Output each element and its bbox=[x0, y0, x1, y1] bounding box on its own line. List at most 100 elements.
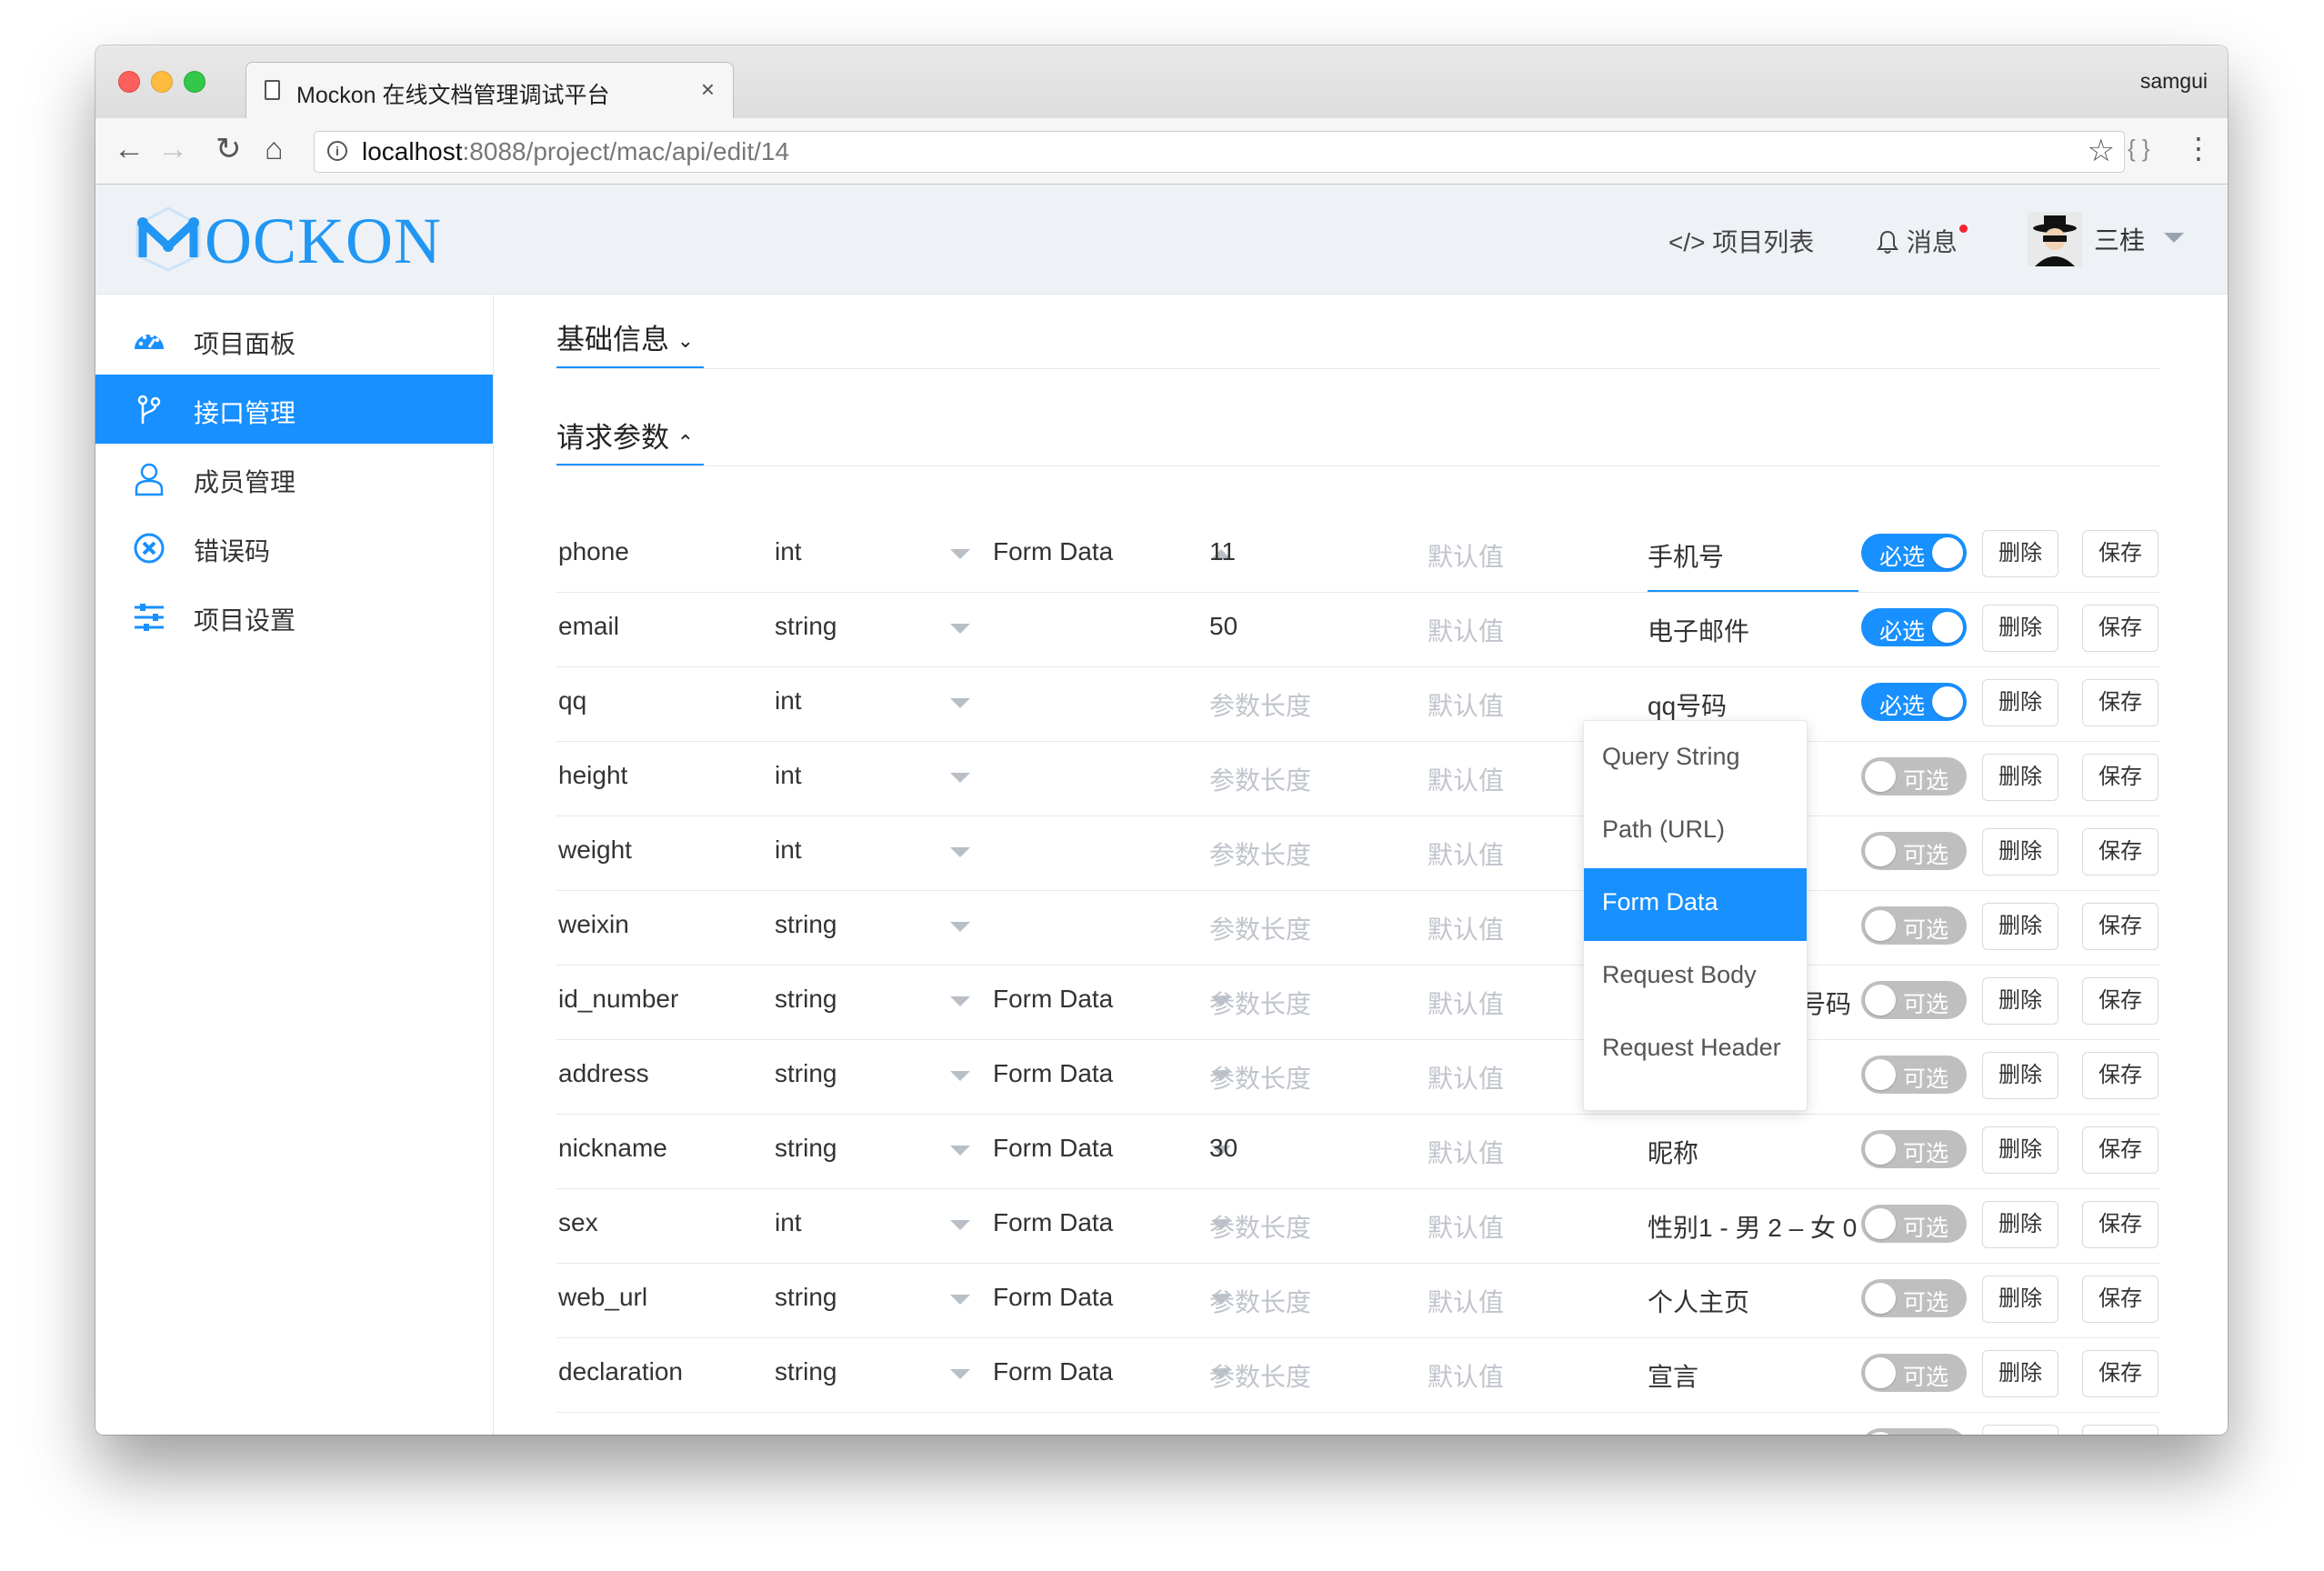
param-type-select[interactable]: string bbox=[775, 1357, 836, 1386]
param-length-field[interactable]: 11 bbox=[1209, 537, 1236, 566]
required-toggle[interactable]: 可选 bbox=[1861, 981, 1967, 1019]
url-text[interactable]: localhost:8088/project/mac/api/edit/14 bbox=[362, 137, 789, 166]
param-name-field[interactable]: address bbox=[558, 1059, 649, 1088]
param-name-field[interactable]: web_url bbox=[558, 1283, 647, 1312]
dropdown-option[interactable]: Query String bbox=[1584, 723, 1807, 796]
address-bar[interactable]: i localhost:8088/project/mac/api/edit/14… bbox=[314, 131, 2125, 173]
caret-down-icon[interactable] bbox=[950, 1369, 970, 1379]
param-description-field[interactable]: 微博或论坛id bbox=[1648, 1432, 1795, 1435]
param-default-field[interactable]: 默认值 bbox=[1427, 612, 1504, 648]
home-icon[interactable]: ⌂ bbox=[265, 129, 284, 169]
save-button[interactable]: 保存 bbox=[2082, 828, 2159, 876]
required-toggle[interactable]: 可选 bbox=[1861, 1056, 1967, 1094]
required-toggle[interactable]: 可选 bbox=[1861, 1428, 1967, 1435]
back-icon[interactable]: ← bbox=[114, 129, 145, 169]
sidebar-item-error-codes[interactable]: 错误码 bbox=[95, 513, 493, 582]
param-name-field[interactable]: weight bbox=[558, 836, 632, 865]
save-button[interactable]: 保存 bbox=[2082, 1126, 2159, 1174]
param-default-field[interactable]: 默认值 bbox=[1427, 1357, 1504, 1394]
save-button[interactable]: 保存 bbox=[2082, 1201, 2159, 1248]
param-type-select[interactable]: string bbox=[775, 1134, 836, 1163]
param-default-field[interactable]: 默认值 bbox=[1427, 1283, 1504, 1319]
user-name[interactable]: 三桂 bbox=[2094, 221, 2145, 257]
messages-link[interactable]: 消息 bbox=[1876, 223, 1968, 259]
param-name-field[interactable]: height bbox=[558, 761, 627, 790]
caret-down-icon[interactable] bbox=[950, 1146, 970, 1156]
required-toggle[interactable]: 可选 bbox=[1861, 906, 1967, 945]
save-button[interactable]: 保存 bbox=[2082, 1350, 2159, 1397]
param-default-field[interactable]: 默认值 bbox=[1427, 1432, 1504, 1435]
required-toggle[interactable]: 可选 bbox=[1861, 1205, 1967, 1243]
delete-button[interactable]: 删除 bbox=[1982, 903, 2059, 950]
save-button[interactable]: 保存 bbox=[2082, 1425, 2159, 1435]
extension-icon[interactable]: { } bbox=[2128, 135, 2150, 163]
param-location-select[interactable]: Form Data bbox=[993, 1357, 1113, 1386]
delete-button[interactable]: 删除 bbox=[1982, 1276, 2059, 1323]
param-type-select[interactable]: string bbox=[775, 1059, 836, 1088]
param-length-field[interactable]: 参数长度 bbox=[1209, 761, 1311, 797]
delete-button[interactable]: 删除 bbox=[1982, 1350, 2059, 1397]
save-button[interactable]: 保存 bbox=[2082, 605, 2159, 652]
close-window-button[interactable] bbox=[118, 71, 140, 93]
param-type-select[interactable]: int bbox=[775, 686, 802, 715]
param-type-select[interactable]: int bbox=[775, 761, 802, 790]
param-length-field[interactable]: 参数长度 bbox=[1209, 985, 1311, 1021]
param-description-field[interactable]: 个人主页 bbox=[1648, 1283, 1749, 1319]
caret-down-icon[interactable] bbox=[950, 624, 970, 634]
browser-tab[interactable]: Mockon 在线文档管理调试平台 × bbox=[245, 62, 734, 119]
delete-button[interactable]: 删除 bbox=[1982, 605, 2059, 652]
caret-down-icon[interactable] bbox=[950, 1071, 970, 1081]
param-name-field[interactable]: id_number bbox=[558, 985, 678, 1014]
param-length-field[interactable]: 参数长度 bbox=[1209, 686, 1311, 723]
delete-button[interactable]: 删除 bbox=[1982, 679, 2059, 726]
save-button[interactable]: 保存 bbox=[2082, 530, 2159, 577]
param-length-field[interactable]: 50 bbox=[1209, 612, 1237, 641]
required-toggle[interactable]: 可选 bbox=[1861, 1354, 1967, 1392]
param-location-select[interactable]: Form Data bbox=[993, 537, 1113, 566]
required-toggle[interactable]: 必选 bbox=[1861, 534, 1967, 572]
param-type-select[interactable]: int bbox=[775, 1208, 802, 1237]
caret-down-icon[interactable] bbox=[950, 1220, 970, 1230]
param-name-field[interactable]: weixin bbox=[558, 910, 629, 939]
request-params-toggle[interactable]: 请求参数 ⌃ bbox=[556, 415, 694, 455]
required-toggle[interactable]: 必选 bbox=[1861, 608, 1967, 646]
param-length-field[interactable]: 30 bbox=[1209, 1134, 1237, 1163]
param-length-field[interactable]: 参数长度 bbox=[1209, 1432, 1311, 1435]
param-length-field[interactable]: 参数长度 bbox=[1209, 1283, 1311, 1319]
param-length-field[interactable]: 参数长度 bbox=[1209, 1059, 1311, 1096]
param-default-field[interactable]: 默认值 bbox=[1427, 1208, 1504, 1245]
param-name-field[interactable]: phone bbox=[558, 537, 629, 566]
param-name-field[interactable]: sex bbox=[558, 1208, 598, 1237]
sidebar-item-dashboard[interactable]: 项目面板 bbox=[95, 305, 493, 375]
param-length-field[interactable]: 参数长度 bbox=[1209, 1208, 1311, 1245]
param-default-field[interactable]: 默认值 bbox=[1427, 686, 1504, 723]
maximize-window-button[interactable] bbox=[184, 71, 205, 93]
param-description-field[interactable]: 电子邮件 bbox=[1648, 612, 1749, 648]
delete-button[interactable]: 删除 bbox=[1982, 530, 2059, 577]
caret-down-icon[interactable] bbox=[950, 996, 970, 1006]
browser-menu-icon[interactable]: ⋮ bbox=[2184, 131, 2213, 165]
param-description-field[interactable]: qq号码 bbox=[1648, 686, 1727, 723]
caret-down-icon[interactable] bbox=[950, 698, 970, 708]
param-name-field[interactable]: email bbox=[558, 612, 619, 641]
delete-button[interactable]: 删除 bbox=[1982, 1201, 2059, 1248]
dropdown-option[interactable]: Path (URL) bbox=[1584, 796, 1807, 868]
param-default-field[interactable]: 默认值 bbox=[1427, 985, 1504, 1021]
dropdown-option[interactable]: Request Body bbox=[1584, 941, 1807, 1014]
required-toggle[interactable]: 必选 bbox=[1861, 683, 1967, 721]
param-default-field[interactable]: 默认值 bbox=[1427, 836, 1504, 872]
forward-icon[interactable]: → bbox=[157, 129, 188, 169]
save-button[interactable]: 保存 bbox=[2082, 1052, 2159, 1099]
caret-down-icon[interactable] bbox=[950, 549, 970, 559]
caret-down-icon[interactable] bbox=[950, 1295, 970, 1305]
param-type-select[interactable]: string bbox=[775, 1283, 836, 1312]
param-length-field[interactable]: 参数长度 bbox=[1209, 910, 1311, 946]
project-list-link[interactable]: </> 项目列表 bbox=[1668, 223, 1814, 259]
save-button[interactable]: 保存 bbox=[2082, 754, 2159, 801]
param-name-field[interactable]: qq bbox=[558, 686, 586, 715]
delete-button[interactable]: 删除 bbox=[1982, 1425, 2059, 1435]
tab-close-icon[interactable]: × bbox=[701, 75, 715, 104]
sidebar-item-settings[interactable]: 项目设置 bbox=[95, 582, 493, 651]
delete-button[interactable]: 删除 bbox=[1982, 828, 2059, 876]
delete-button[interactable]: 删除 bbox=[1982, 754, 2059, 801]
